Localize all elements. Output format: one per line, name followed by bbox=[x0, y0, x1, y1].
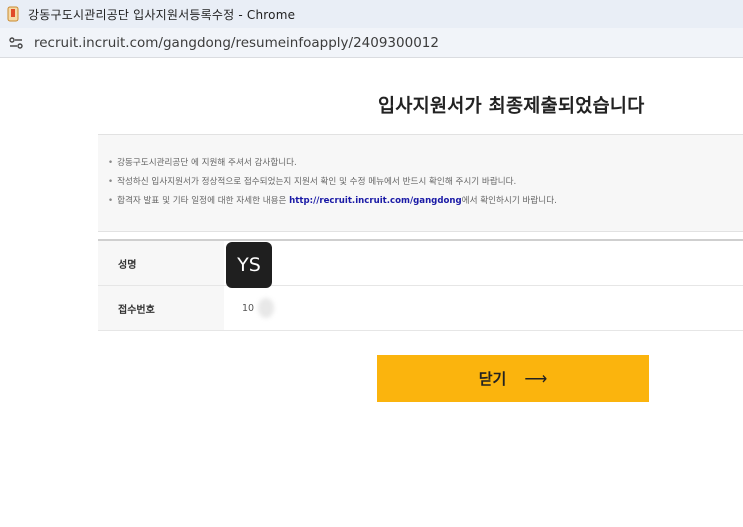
arrow-right-icon: ⟶ bbox=[524, 370, 548, 388]
notice-box: 강동구도시관리공단 에 지원해 주셔서 감사합니다. 작성하신 입사지원서가 정… bbox=[98, 134, 743, 232]
receipt-number-label: 접수번호 bbox=[98, 286, 224, 330]
notice-item: 강동구도시관리공단 에 지원해 주셔서 감사합니다. bbox=[108, 154, 743, 173]
name-redaction-avatar: YS bbox=[226, 242, 272, 288]
window-title: 강동구도시관리공단 입사지원서등록수정 - Chrome bbox=[28, 7, 296, 22]
notice-text: 강동구도시관리공단 에 지원해 주셔서 감사합니다. bbox=[117, 158, 297, 168]
url-text[interactable]: recruit.incruit.com/gangdong/resumeinfoa… bbox=[34, 35, 439, 51]
table-row-name: 성명 YS bbox=[98, 241, 743, 288]
notice-text: 에서 확인하시기 바랍니다. bbox=[461, 196, 557, 206]
name-cell: YS bbox=[224, 241, 743, 288]
address-bar[interactable]: recruit.incruit.com/gangdong/resumeinfoa… bbox=[0, 28, 743, 58]
notice-item: 작성하신 입사지원서가 정상적으로 접수되었는지 지원서 확인 및 수정 메뉴에… bbox=[108, 173, 743, 192]
table-row-receipt: 접수번호 10 bbox=[98, 286, 743, 331]
notice-item: 합격자 발표 및 기타 일정에 대한 자세한 내용은 http://recrui… bbox=[108, 192, 743, 211]
browser-titlebar: 강동구도시관리공단 입사지원서등록수정 - Chrome bbox=[0, 0, 743, 28]
page-content: 입사지원서가 최종제출되었습니다 강동구도시관리공단 에 지원해 주셔서 감사합… bbox=[0, 58, 743, 527]
applicant-info-table: 성명 YS 접수번호 10 bbox=[98, 239, 743, 331]
page-title: 입사지원서가 최종제출되었습니다 bbox=[378, 96, 645, 117]
receipt-number-cell: 10 bbox=[224, 286, 743, 330]
name-label: 성명 bbox=[98, 241, 224, 285]
receipt-number-value: 10 bbox=[242, 302, 255, 314]
site-settings-icon[interactable] bbox=[8, 35, 24, 51]
gangdong-recruit-link[interactable]: http://recruit.incruit.com/gangdong bbox=[289, 196, 462, 206]
close-button-label: 닫기 bbox=[478, 371, 507, 388]
site-favicon-icon bbox=[6, 6, 20, 22]
notice-text: 합격자 발표 및 기타 일정에 대한 자세한 내용은 bbox=[117, 196, 290, 206]
notice-text: 작성하신 입사지원서가 정상적으로 접수되었는지 지원서 확인 및 수정 메뉴에… bbox=[117, 177, 517, 187]
redaction-blur bbox=[258, 298, 274, 318]
close-button[interactable]: 닫기 ⟶ bbox=[377, 355, 649, 402]
